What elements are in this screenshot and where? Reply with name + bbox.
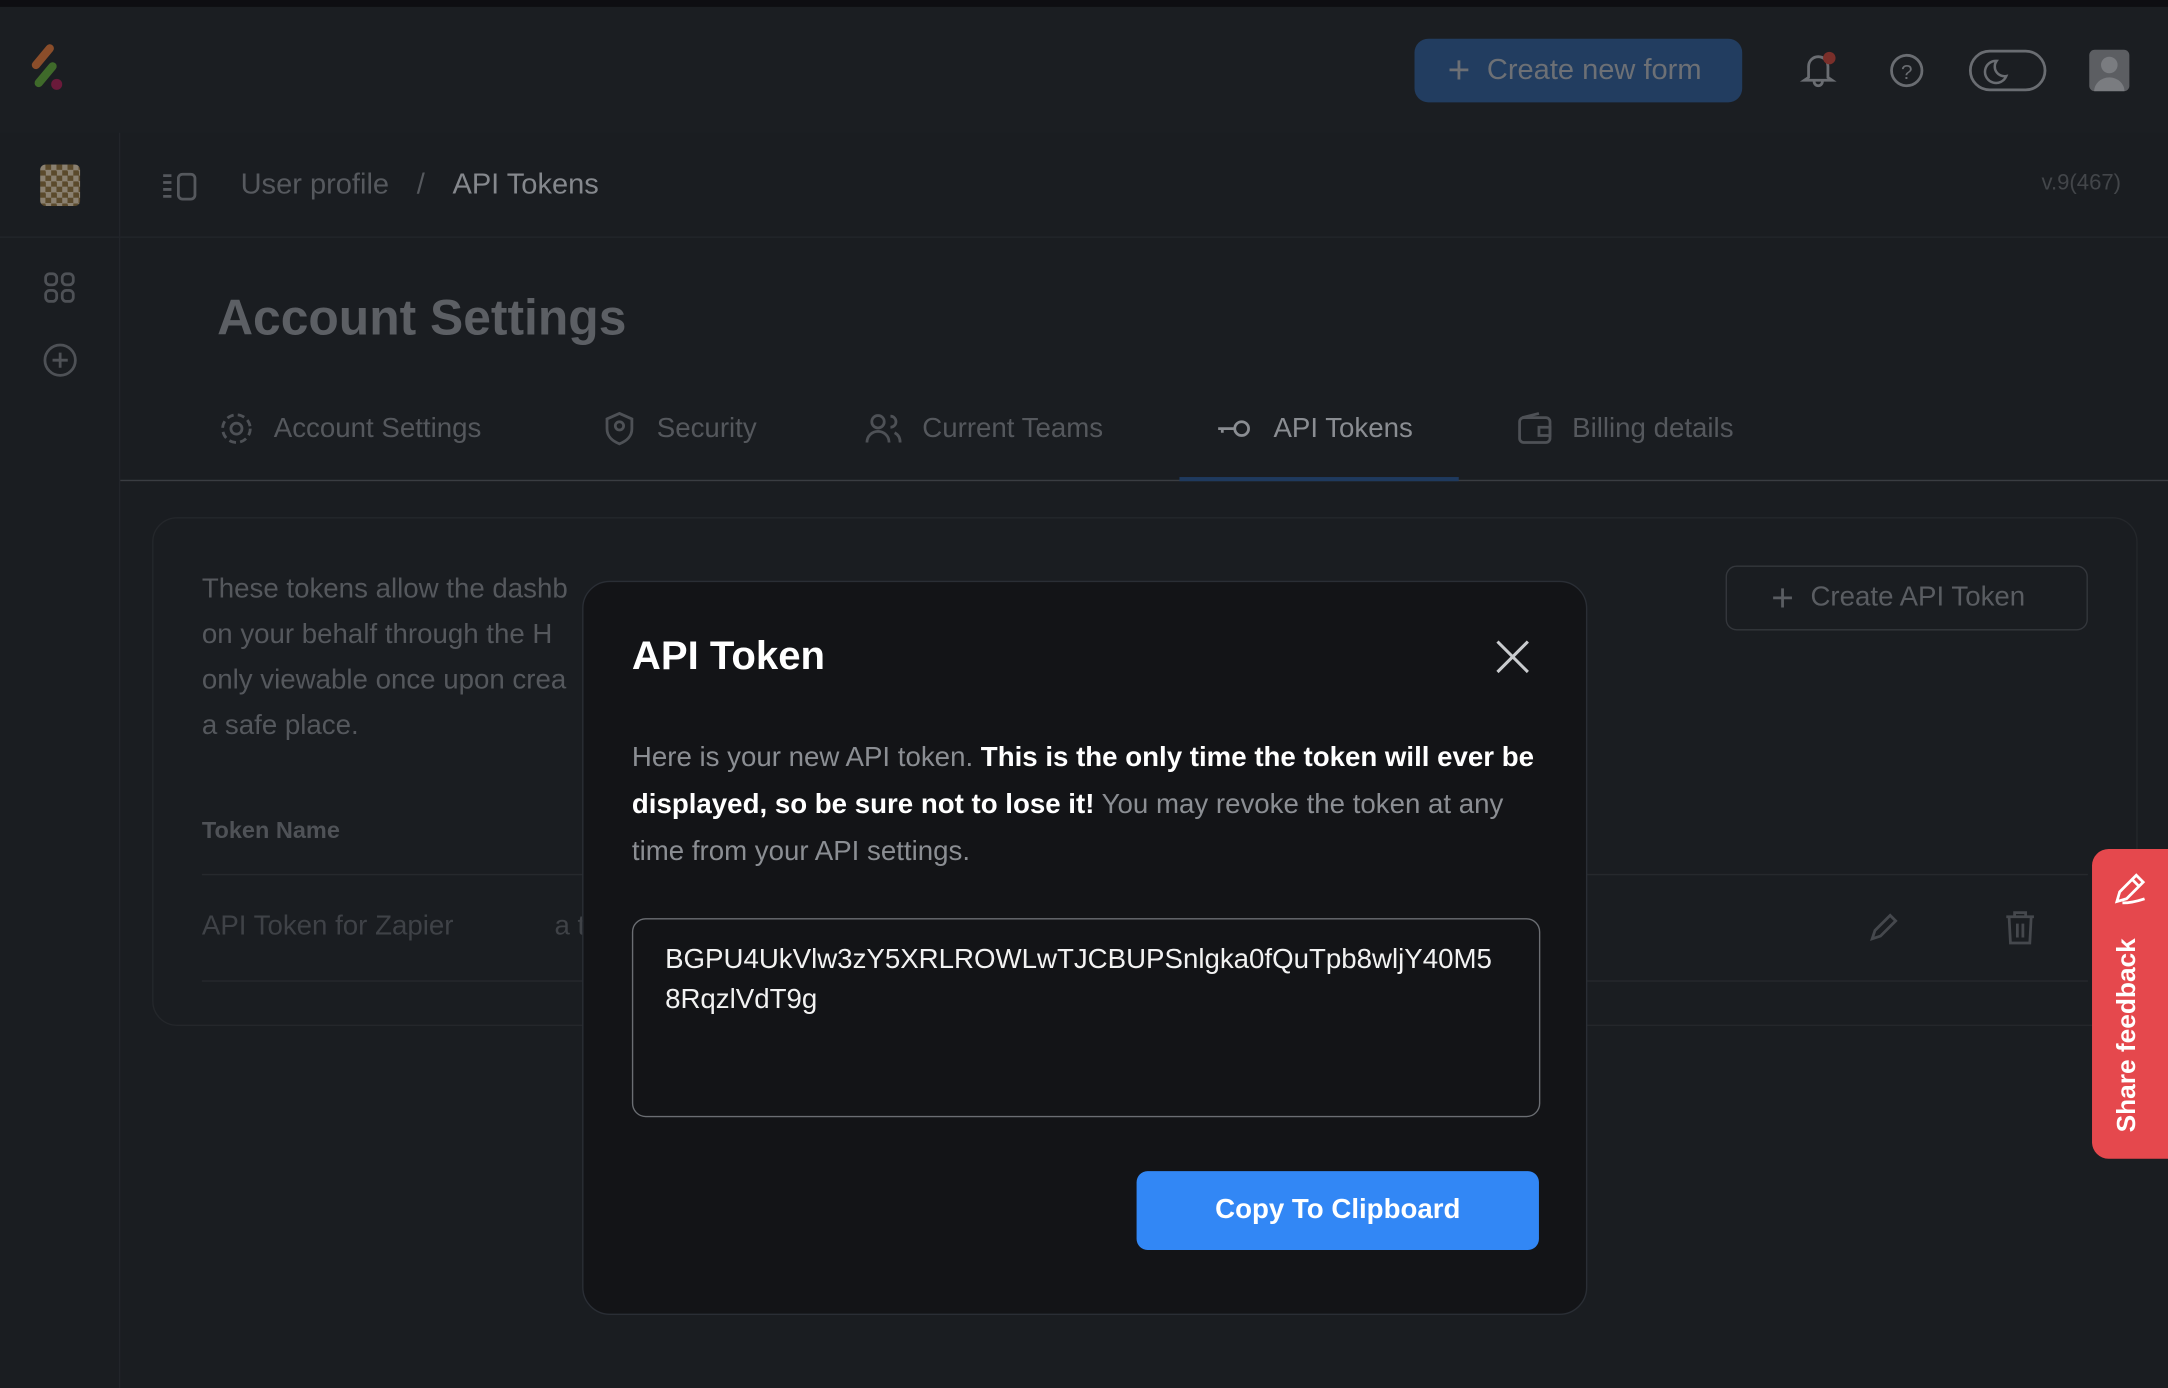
- gear-icon: [221, 413, 252, 444]
- help-icon[interactable]: ?: [1887, 51, 1926, 90]
- active-tab-indicator: [1179, 477, 1459, 482]
- svg-text:?: ?: [1901, 61, 1913, 84]
- modal-message: Here is your new API token. This is the …: [632, 734, 1545, 875]
- token-row-partial: a t: [554, 911, 586, 942]
- users-icon: [865, 414, 902, 443]
- breadcrumb-user-profile[interactable]: User profile: [241, 169, 389, 202]
- create-api-token-button[interactable]: + Create API Token: [1725, 565, 2088, 631]
- tab-billing-details[interactable]: Billing details: [1517, 409, 1734, 448]
- plus-icon: +: [1447, 48, 1471, 92]
- moon-icon: [1983, 59, 2009, 85]
- column-token-name: Token Name: [201, 817, 340, 844]
- description-line: only viewable once upon crea: [201, 665, 567, 696]
- avatar-icon: [2094, 56, 2125, 92]
- theme-toggle[interactable]: [1968, 49, 2047, 92]
- divider: [0, 236, 121, 238]
- message-intro: Here is your new API token.: [631, 742, 981, 773]
- description-line: on your behalf through the H: [201, 619, 553, 650]
- app-logo: [31, 44, 63, 90]
- tab-current-teams[interactable]: Current Teams: [864, 409, 1103, 448]
- description-line: a safe place.: [201, 710, 359, 742]
- key-icon: [1218, 420, 1250, 437]
- window-top-edge: [0, 0, 2168, 7]
- copy-to-clipboard-button[interactable]: Copy To Clipboard: [1136, 1171, 1539, 1250]
- token-row-name: API Token for Zapier: [201, 911, 454, 942]
- breadcrumb: User profile / API Tokens: [241, 169, 599, 202]
- tabs-divider: [120, 479, 2168, 482]
- breadcrumb-current: API Tokens: [452, 168, 599, 201]
- sidebar: [0, 132, 121, 1388]
- create-new-form-button[interactable]: + Create new form: [1414, 38, 1743, 103]
- tab-account-settings[interactable]: Account Settings: [218, 409, 481, 448]
- share-feedback-label: Share feedback: [2112, 938, 2142, 1133]
- tokens-description: These tokens allow the dashb on your beh…: [202, 567, 568, 750]
- grid-icon[interactable]: [43, 271, 76, 304]
- wallet-icon: [1518, 412, 1552, 444]
- breadcrumb-separator: /: [416, 168, 425, 201]
- edit-pencil-icon[interactable]: [1867, 911, 1900, 944]
- avatar[interactable]: [2089, 49, 2130, 92]
- tab-api-tokens[interactable]: API Tokens: [1215, 409, 1413, 448]
- plus-icon: +: [1771, 575, 1794, 619]
- pencil-feedback-icon: [2114, 873, 2146, 905]
- workspace-avatar[interactable]: [40, 164, 81, 207]
- shield-user-icon: [605, 411, 634, 446]
- tab-security[interactable]: Security: [601, 409, 757, 448]
- sidebar-toggle-icon[interactable]: [162, 171, 198, 201]
- add-circle-icon[interactable]: [43, 343, 78, 378]
- bell-icon[interactable]: [1798, 47, 1842, 91]
- page-title: Account Settings: [217, 288, 627, 346]
- version-label: v.9(467): [2041, 171, 2122, 195]
- trash-icon[interactable]: [2004, 910, 2037, 946]
- top-header: [0, 6, 2168, 133]
- modal-title: API Token: [631, 634, 825, 679]
- close-icon[interactable]: [1493, 637, 1532, 676]
- token-textarea[interactable]: BGPU4UkVlw3zY5XRLROWLwTJCBUPSnlgka0fQuTp…: [631, 918, 1541, 1118]
- description-line: These tokens allow the dashb: [201, 573, 568, 605]
- share-feedback-tab[interactable]: Share feedback: [2092, 848, 2168, 1159]
